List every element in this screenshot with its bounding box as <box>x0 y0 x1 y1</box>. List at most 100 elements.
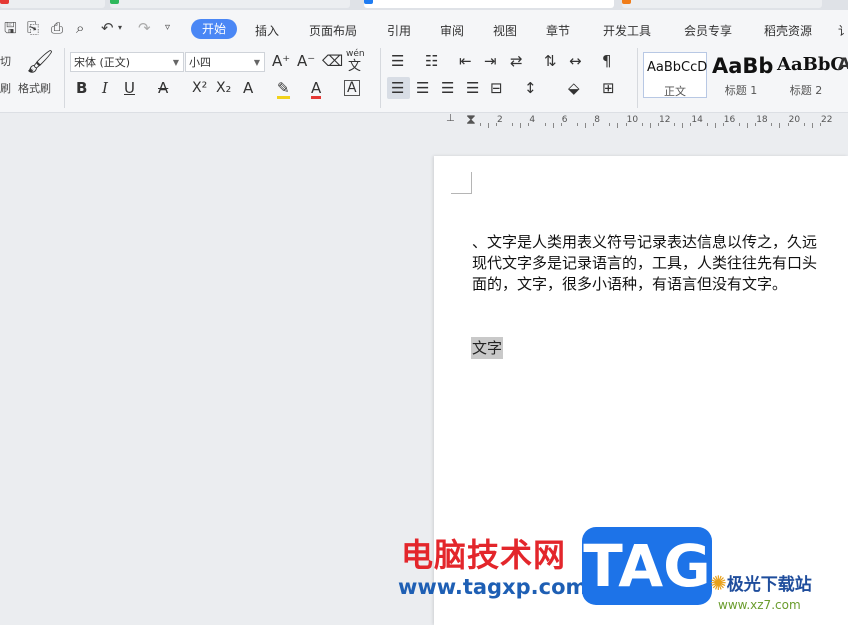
distribute-icon[interactable]: ⊟ <box>490 81 503 96</box>
font-name-select[interactable]: 宋体 (正文) ▼ <box>70 52 184 72</box>
format-painter-icon[interactable]: 🖌 <box>26 52 54 74</box>
sort-icon[interactable]: ⇅ <box>544 54 557 69</box>
tab-insert[interactable]: 插入 <box>255 22 279 39</box>
ruler-tick <box>690 123 692 126</box>
style-heading-2[interactable]: AaBbC 标题 2 <box>774 52 845 98</box>
align-center-icon[interactable]: ☰ <box>416 81 429 96</box>
save-icon[interactable]: 🖫 <box>4 21 17 36</box>
paragraph-direction-icon[interactable]: ↔ <box>569 54 582 69</box>
font-size-select[interactable]: 小四 ▼ <box>185 52 265 72</box>
chevron-down-icon: ▼ <box>172 58 179 67</box>
decrease-indent-icon[interactable]: ⇤ <box>459 54 472 69</box>
show-marks-icon[interactable]: ¶ <box>602 54 612 69</box>
watermark-logo-name: ✺极光下载站 <box>710 570 812 595</box>
tab-review[interactable]: 审阅 <box>440 22 464 39</box>
line-spacing-icon[interactable]: ↕ <box>524 81 537 96</box>
subscript-icon[interactable]: X₂ <box>216 81 231 95</box>
format-painter-label[interactable]: 格式刷 <box>18 83 51 94</box>
print-icon[interactable]: ⎙ <box>51 21 63 36</box>
ribbon-toolbar: 切 刷 🖌 格式刷 宋体 (正文) ▼ 小四 ▼ A⁺ A⁻ ⌫ wén 文 B I… <box>0 40 848 113</box>
paste-brush-label[interactable]: 刷 <box>0 83 11 94</box>
export-icon[interactable]: ⎘ <box>27 21 39 36</box>
document-tab-strip <box>0 0 848 10</box>
text-effect-icon[interactable]: A <box>243 81 253 96</box>
style-normal[interactable]: AaBbCcD 正文 <box>643 52 707 98</box>
watermark-logo-text: 极光下载站 <box>726 575 812 595</box>
aurora-logo-icon: ✺ <box>710 571 727 595</box>
style-heading-3-sample[interactable]: A <box>838 56 848 72</box>
menu-bar: 🖫 ⎘ ⎙ ⌕ ↶ ▾ ↷ ▿ 开始 插入 页面布局 引用 审阅 视图 章节 开… <box>0 10 848 40</box>
ruler-tick <box>649 123 651 128</box>
strikethrough-icon[interactable]: A <box>158 81 168 96</box>
tab-references[interactable]: 引用 <box>387 22 411 39</box>
chevron-down-icon[interactable]: ▾ <box>118 24 122 32</box>
bold-icon[interactable]: B <box>76 81 87 96</box>
ruler-label: 12 <box>659 115 671 125</box>
tab-member[interactable]: 会员专享 <box>684 22 732 39</box>
cut-label[interactable]: 切 <box>0 56 11 67</box>
document-tab[interactable] <box>622 0 822 8</box>
ruler-tick <box>576 123 578 126</box>
ruler-tick <box>657 123 659 126</box>
shading-icon[interactable]: ⬙ <box>568 81 580 96</box>
margin-corner-marker <box>451 172 472 194</box>
undo-icon[interactable]: ↶ <box>101 21 114 36</box>
ruler-label: 22 <box>821 115 833 125</box>
ruler-tick <box>803 123 805 126</box>
ruler-marker: ⊥ <box>446 113 455 124</box>
font-color-icon[interactable]: A <box>311 81 322 99</box>
tab-section[interactable]: 章节 <box>546 22 570 39</box>
tab-more[interactable]: 讠 <box>838 22 848 39</box>
tab-resources[interactable]: 稻壳资源 <box>764 22 812 39</box>
watermark-tag-logo: TAG <box>582 527 712 605</box>
style-heading-1[interactable]: AaBb 标题 1 <box>709 52 773 98</box>
print-preview-icon[interactable]: ⌕ <box>76 21 84 36</box>
ruler-tick <box>495 123 497 126</box>
style-heading-1-caption: 标题 1 <box>724 84 758 97</box>
tab-developer[interactable]: 开发工具 <box>603 22 651 39</box>
more-quick-access-icon[interactable]: ▿ <box>165 23 170 33</box>
align-right-icon[interactable]: ☰ <box>441 81 454 96</box>
ruler-tick <box>512 123 514 126</box>
tab-page-layout[interactable]: 页面布局 <box>309 22 357 39</box>
ruler-tick <box>722 123 724 126</box>
selected-text[interactable]: 文字 <box>471 337 504 359</box>
underline-icon[interactable]: U <box>124 81 135 96</box>
divider <box>637 48 638 108</box>
italic-icon[interactable]: I <box>102 81 108 96</box>
highlight-icon[interactable]: ✎ <box>277 81 290 99</box>
tab-start[interactable]: 开始 <box>191 19 237 39</box>
increase-font-size-icon[interactable]: A⁺ <box>272 54 290 69</box>
divider <box>64 48 65 108</box>
tab-view[interactable]: 视图 <box>493 22 517 39</box>
redo-icon[interactable]: ↷ <box>138 21 151 36</box>
document-tab[interactable] <box>0 0 105 8</box>
document-tab[interactable] <box>110 0 350 8</box>
align-left-icon[interactable]: ☰ <box>391 81 404 96</box>
ruler-tick <box>755 123 757 126</box>
ruler-label: 14 <box>691 115 703 125</box>
font-name-value: 宋体 (正文) <box>74 56 131 69</box>
character-border-icon[interactable]: A <box>344 80 360 96</box>
increase-indent-icon[interactable]: ⇥ <box>484 54 497 69</box>
style-normal-sample: AaBbCcD <box>647 60 708 75</box>
indent-marker-icon[interactable]: ⧗ <box>466 112 476 128</box>
document-tab-active[interactable] <box>364 0 614 8</box>
watermark-site-name: 电脑技术网 <box>401 536 567 574</box>
phonetic-guide-label[interactable]: wén <box>346 50 365 59</box>
divider <box>380 48 381 108</box>
decrease-font-size-icon[interactable]: A⁻ <box>297 54 315 69</box>
phonetic-guide-icon[interactable]: 文 <box>348 60 361 73</box>
paragraph-line: 面的，文字，很多小语种，有语言但没有文字。 <box>472 275 788 293</box>
superscript-icon[interactable]: X² <box>192 81 207 95</box>
ruler-tick <box>771 123 773 126</box>
ruler-label: 16 <box>723 115 736 125</box>
borders-icon[interactable]: ⊞ <box>602 81 615 96</box>
bullet-list-icon[interactable]: ☰ <box>391 54 404 69</box>
text-direction-icon[interactable]: ⇄ <box>510 54 523 69</box>
ruler-tick <box>674 123 676 126</box>
ruler-tick <box>747 123 748 128</box>
clear-format-icon[interactable]: ⌫ <box>322 54 343 69</box>
numbered-list-icon[interactable]: ☷ <box>425 54 438 69</box>
justify-icon[interactable]: ☰ <box>466 81 479 96</box>
